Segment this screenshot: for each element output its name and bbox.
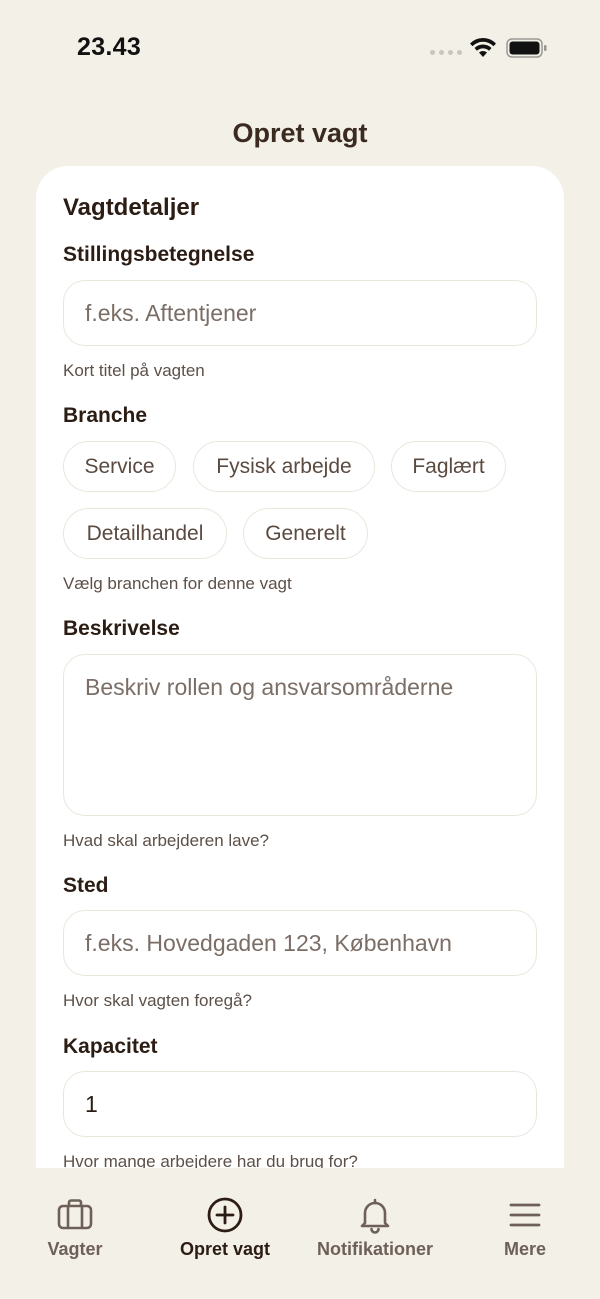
cellular-signal-icon: [430, 50, 462, 55]
bell-icon: [360, 1198, 390, 1234]
status-time: 23.43: [77, 33, 142, 61]
tab-opret-vagt[interactable]: Opret vagt: [150, 1196, 300, 1260]
capacity-helper: Hvor mange arbejdere har du brug for?: [63, 1152, 358, 1168]
industry-chip-physical-work[interactable]: Fysisk arbejde: [193, 441, 375, 492]
bottom-tab-bar: Vagter Opret vagt Notifikationer Mere: [0, 1168, 600, 1299]
capacity-input[interactable]: [63, 1071, 537, 1137]
briefcase-icon: [57, 1199, 93, 1230]
industry-chip-general[interactable]: Generelt: [243, 508, 368, 559]
section-title: Vagtdetaljer: [63, 194, 200, 221]
wifi-icon: [470, 37, 496, 57]
location-label: Sted: [63, 874, 109, 897]
status-bar: 23.43: [0, 0, 600, 100]
industry-chip-retail[interactable]: Detailhandel: [63, 508, 227, 559]
location-helper: Hvor skal vagten foregå?: [63, 991, 252, 1010]
job-title-label: Stillingsbetegnelse: [63, 243, 255, 266]
job-title-input[interactable]: [63, 280, 537, 346]
industry-label: Branche: [63, 404, 148, 427]
tab-vagter-label: Vagter: [47, 1239, 103, 1259]
location-input[interactable]: [63, 910, 537, 976]
battery-icon: [506, 38, 547, 58]
menu-icon: [509, 1203, 541, 1227]
tab-mere[interactable]: Mere: [450, 1196, 600, 1260]
description-helper: Hvad skal arbejderen lave?: [63, 831, 270, 850]
tab-vagter[interactable]: Vagter: [0, 1196, 150, 1260]
tab-notifikationer[interactable]: Notifikationer: [300, 1196, 450, 1260]
description-label: Beskrivelse: [63, 617, 180, 640]
plus-circle-icon: [207, 1197, 243, 1233]
tab-notifikationer-label: Notifikationer: [316, 1239, 433, 1259]
tab-opret-vagt-label: Opret vagt: [179, 1239, 271, 1259]
description-textarea[interactable]: [63, 654, 537, 816]
industry-chip-skilled[interactable]: Faglært: [391, 441, 506, 492]
capacity-label: Kapacitet: [63, 1035, 158, 1058]
industry-helper: Vælg branchen for denne vagt: [63, 574, 292, 593]
job-title-helper: Kort titel på vagten: [63, 361, 205, 380]
tab-mere-label: Mere: [503, 1239, 547, 1259]
industry-chip-service[interactable]: Service: [63, 441, 176, 492]
shift-details-card: Vagtdetaljer Stillingsbetegnelse Kort ti…: [36, 166, 564, 1168]
page-title: Opret vagt: [232, 118, 368, 148]
